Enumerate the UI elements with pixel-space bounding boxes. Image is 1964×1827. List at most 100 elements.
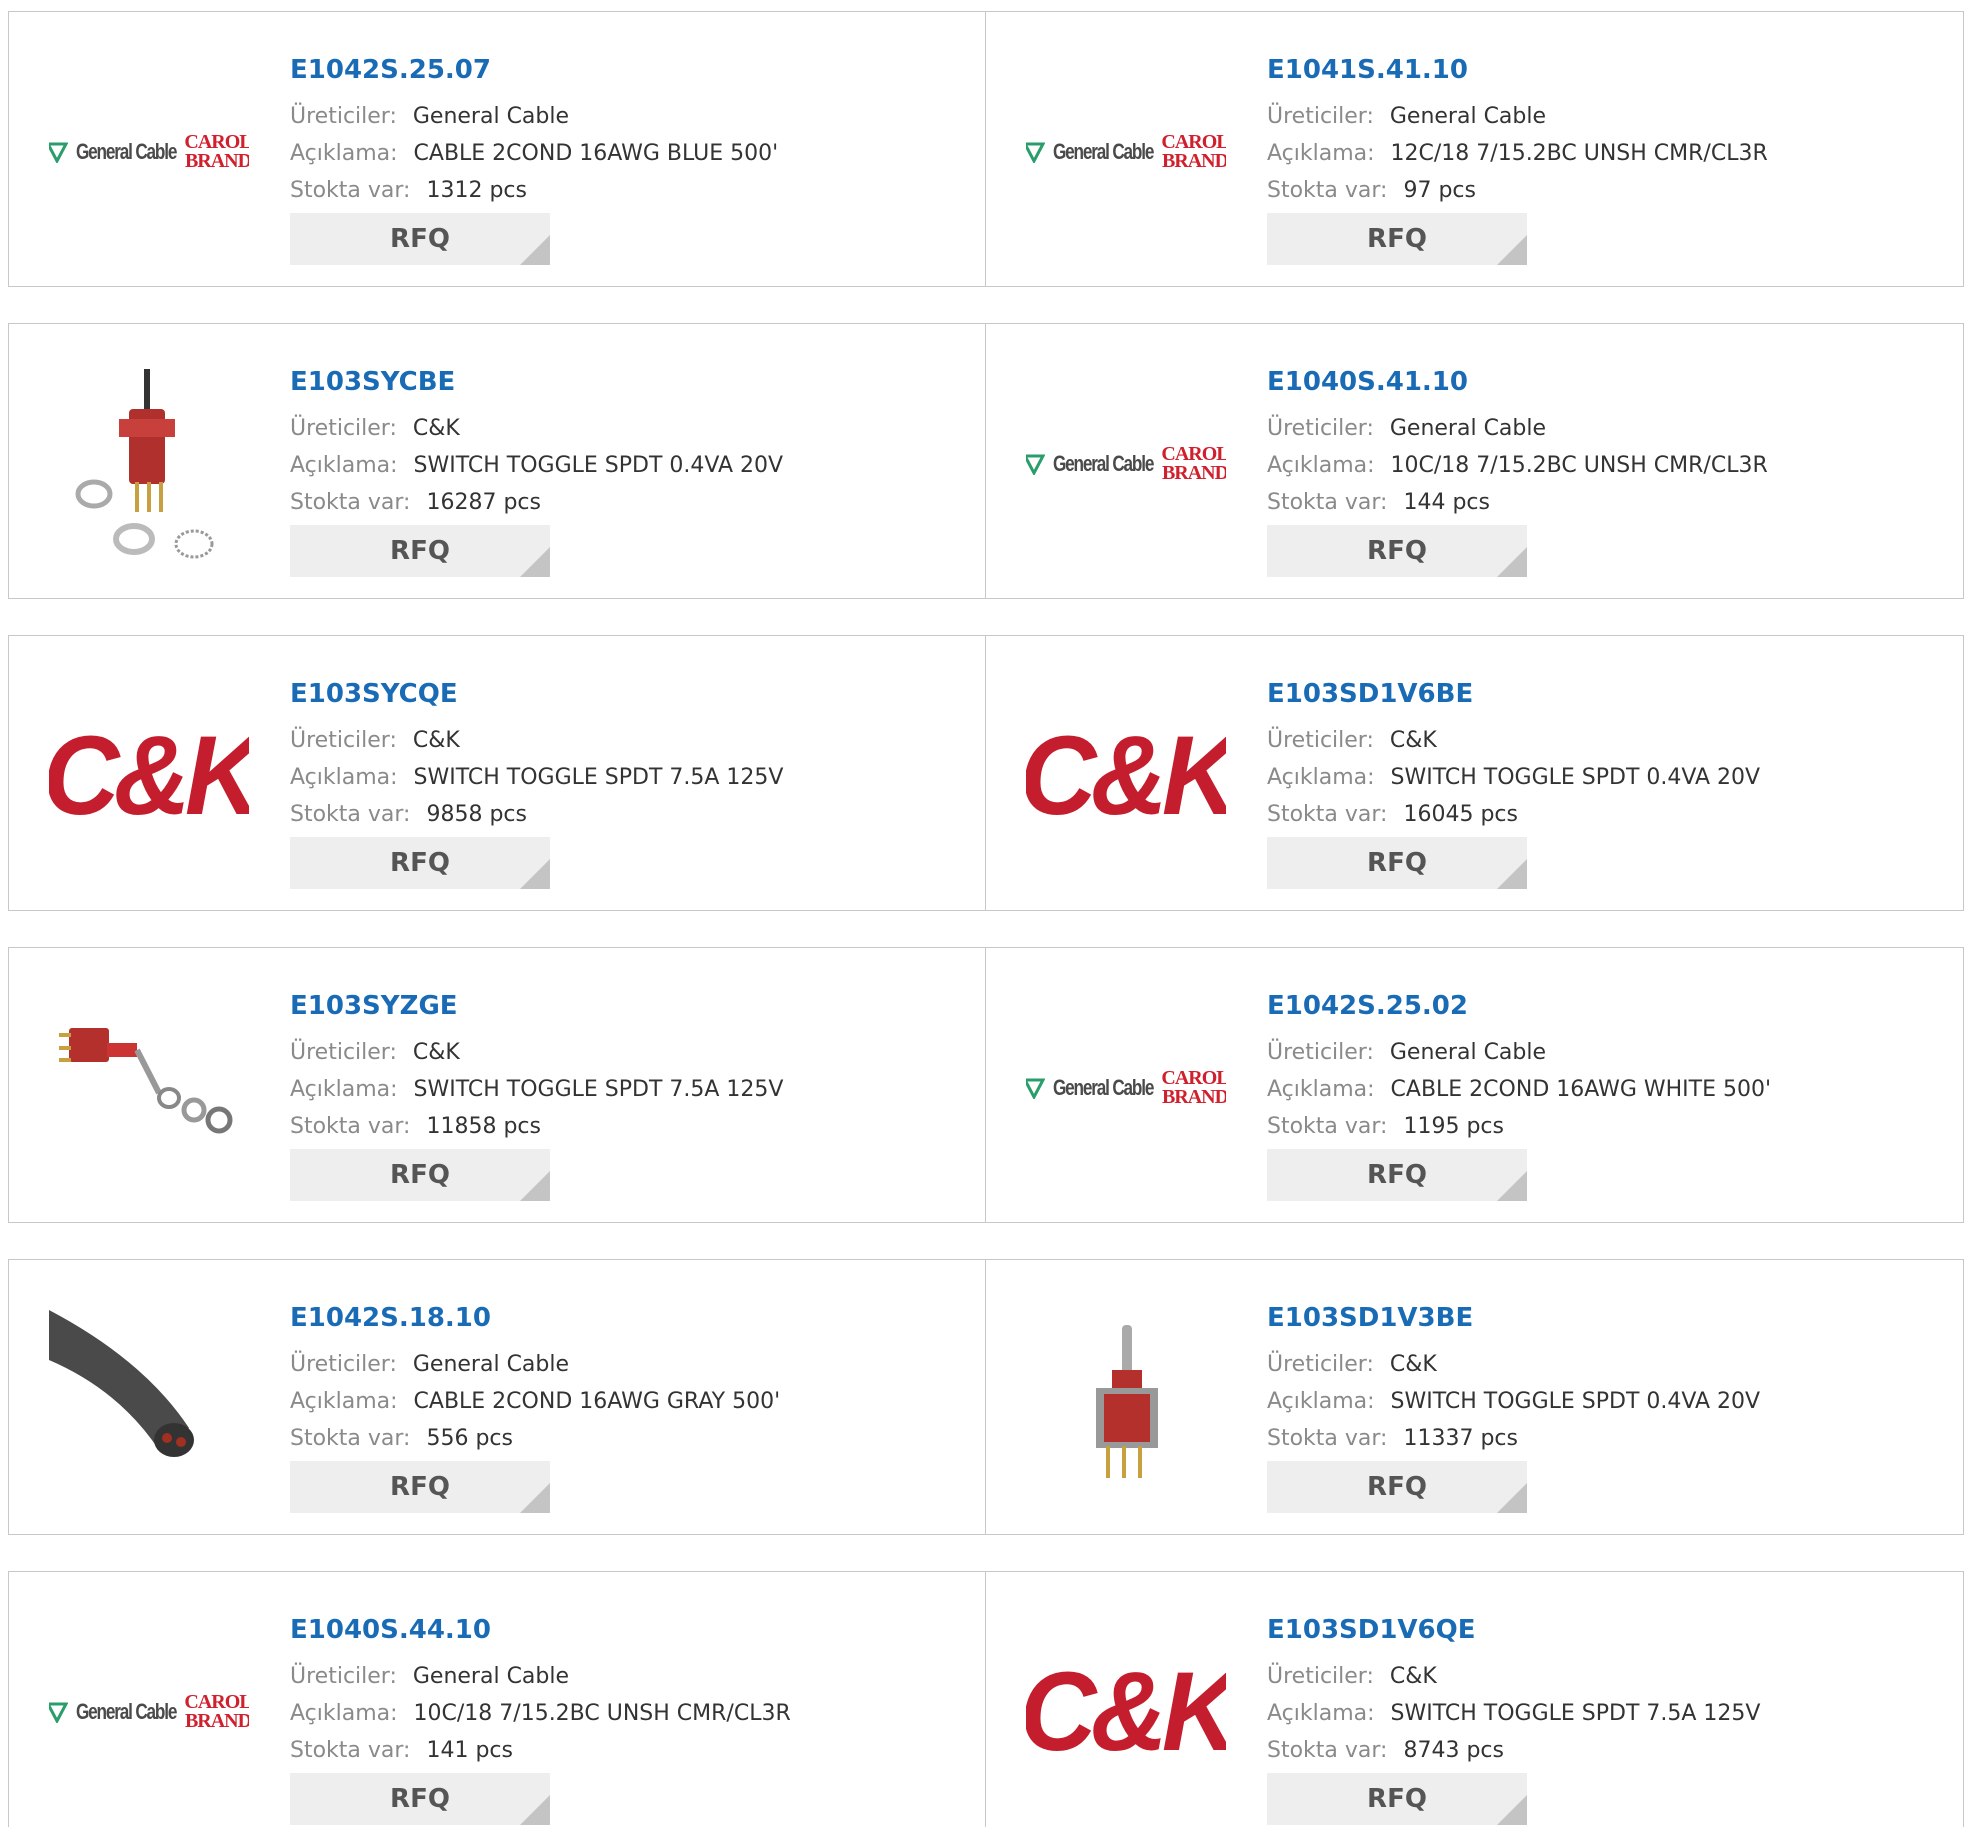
stock-value: 97 pcs — [1403, 178, 1476, 203]
product-card: C&K E103SD1V6BE Üreticiler: C&K Açıklama:… — [986, 635, 1964, 911]
product-image[interactable]: General Cable CAROL BRAND — [1026, 52, 1226, 252]
part-number-link[interactable]: E103SD1V6BE — [1267, 666, 1760, 722]
product-info: E103SYCBE Üreticiler: C&K Açıklama: SWITCH… — [290, 354, 783, 521]
ck-logo: C&K — [49, 713, 249, 838]
carol-brand-wordmark: CAROL BRAND — [1161, 443, 1226, 484]
description-value: 10C/18 7/15.2BC UNSH CMR/CL3R — [1390, 453, 1768, 478]
rfq-button[interactable]: RFQ — [1267, 1461, 1527, 1513]
stock-value: 11337 pcs — [1403, 1426, 1518, 1451]
rfq-button[interactable]: RFQ — [1267, 1773, 1527, 1825]
rfq-button[interactable]: RFQ — [290, 837, 550, 889]
description-value: SWITCH TOGGLE SPDT 0.4VA 20V — [413, 453, 784, 478]
manufacturer-line: Üreticiler: C&K — [1267, 722, 1760, 759]
stock-label: Stokta var: — [290, 490, 411, 515]
rfq-button[interactable]: RFQ — [1267, 525, 1527, 577]
stock-value: 1195 pcs — [1403, 1114, 1504, 1139]
description-value: SWITCH TOGGLE SPDT 0.4VA 20V — [1390, 765, 1761, 790]
product-info: E103SD1V3BE Üreticiler: C&K Açıklama: SWIT… — [1267, 1290, 1760, 1457]
rfq-button-label: RFQ — [1367, 1472, 1427, 1502]
shield-icon — [49, 1702, 69, 1723]
product-info: E1042S.25.07 Üreticiler: General Cable Aç… — [290, 42, 778, 209]
part-number-link[interactable]: E103SYCBE — [290, 354, 783, 410]
part-number-link[interactable]: E103SD1V6QE — [1267, 1602, 1760, 1658]
stock-line: Stokta var: 11858 pcs — [290, 1108, 783, 1145]
part-number-link[interactable]: E1042S.25.02 — [1267, 978, 1771, 1034]
part-number-link[interactable]: E1040S.44.10 — [290, 1602, 791, 1658]
rfq-button-label: RFQ — [390, 536, 450, 566]
product-row: E1042S.18.10 Üreticiler: General Cable Aç… — [8, 1259, 1964, 1535]
rfq-button[interactable]: RFQ — [1267, 213, 1527, 265]
product-image[interactable]: General Cable CAROL BRAND — [1026, 988, 1226, 1188]
manufacturer-value: General Cable — [412, 1664, 570, 1689]
description-label: Açıklama: — [290, 141, 398, 166]
rfq-button[interactable]: RFQ — [290, 213, 550, 265]
description-value: SWITCH TOGGLE SPDT 0.4VA 20V — [1390, 1389, 1761, 1414]
product-image[interactable]: C&K — [1026, 1612, 1226, 1812]
product-row: C&K E103SYCQE Üreticiler: C&K Açıklama: SW… — [8, 635, 1964, 911]
rfq-button[interactable]: RFQ — [290, 1149, 550, 1201]
product-card: General Cable CAROL BRAND E1042S.25.07 Üre… — [8, 11, 986, 287]
product-image[interactable] — [1026, 1300, 1226, 1500]
product-row: E103SYCBE Üreticiler: C&K Açıklama: SWITCH… — [8, 323, 1964, 599]
part-number-link[interactable]: E1042S.25.07 — [290, 42, 778, 98]
product-image[interactable] — [49, 1300, 249, 1500]
product-card: E1042S.18.10 Üreticiler: General Cable Aç… — [8, 1259, 986, 1535]
manufacturer-label: Üreticiler: — [290, 1352, 397, 1377]
toggle-switch-photo — [75, 369, 214, 559]
manufacturer-label: Üreticiler: — [1267, 1352, 1374, 1377]
part-number-link[interactable]: E103SYZGE — [290, 978, 783, 1034]
manufacturer-label: Üreticiler: — [290, 416, 397, 441]
corner-triangle-icon — [1497, 1171, 1527, 1201]
description-line: Açıklama: SWITCH TOGGLE SPDT 0.4VA 20V — [1267, 1383, 1760, 1420]
carol-brand-wordmark: CAROL BRAND — [1161, 131, 1226, 172]
part-number-link[interactable]: E1042S.18.10 — [290, 1290, 780, 1346]
product-image[interactable]: C&K — [1026, 676, 1226, 876]
rfq-button[interactable]: RFQ — [290, 525, 550, 577]
description-value: 10C/18 7/15.2BC UNSH CMR/CL3R — [413, 1701, 791, 1726]
rfq-button[interactable]: RFQ — [290, 1773, 550, 1825]
rfq-button[interactable]: RFQ — [1267, 1149, 1527, 1201]
rfq-button-label: RFQ — [390, 224, 450, 254]
product-image[interactable] — [49, 364, 249, 564]
ck-logo: C&K — [1026, 1649, 1226, 1774]
manufacturer-label: Üreticiler: — [290, 728, 397, 753]
carol-brand-wordmark: CAROL BRAND — [184, 1691, 249, 1732]
product-image[interactable]: General Cable CAROL BRAND — [1026, 364, 1226, 564]
stock-line: Stokta var: 11337 pcs — [1267, 1420, 1760, 1457]
manufacturer-label: Üreticiler: — [1267, 416, 1374, 441]
part-number-link[interactable]: E1041S.41.10 — [1267, 42, 1768, 98]
stock-value: 9858 pcs — [426, 802, 527, 827]
manufacturer-line: Üreticiler: C&K — [290, 722, 783, 759]
description-label: Açıklama: — [1267, 141, 1375, 166]
rfq-button[interactable]: RFQ — [1267, 837, 1527, 889]
manufacturer-value: C&K — [1389, 1352, 1437, 1377]
general-cable-logo: General Cable CAROL BRAND — [49, 132, 249, 171]
manufacturer-line: Üreticiler: C&K — [1267, 1346, 1760, 1383]
part-number-link[interactable]: E1040S.41.10 — [1267, 354, 1768, 410]
stock-line: Stokta var: 16287 pcs — [290, 484, 783, 521]
part-number-link[interactable]: E103SYCQE — [290, 666, 783, 722]
rfq-button[interactable]: RFQ — [290, 1461, 550, 1513]
stock-label: Stokta var: — [290, 802, 411, 827]
manufacturer-label: Üreticiler: — [290, 1664, 397, 1689]
stock-label: Stokta var: — [1267, 490, 1388, 515]
part-number-link[interactable]: E103SD1V3BE — [1267, 1290, 1760, 1346]
description-line: Açıklama: 10C/18 7/15.2BC UNSH CMR/CL3R — [1267, 447, 1768, 484]
product-image[interactable]: General Cable CAROL BRAND — [49, 1612, 249, 1812]
product-image[interactable]: General Cable CAROL BRAND — [49, 52, 249, 252]
manufacturer-value: C&K — [412, 728, 460, 753]
manufacturer-value: General Cable — [1389, 104, 1547, 129]
description-label: Açıklama: — [1267, 1077, 1375, 1102]
stock-value: 16045 pcs — [1403, 802, 1518, 827]
stock-line: Stokta var: 556 pcs — [290, 1420, 780, 1457]
description-line: Açıklama: 10C/18 7/15.2BC UNSH CMR/CL3R — [290, 1695, 791, 1732]
description-label: Açıklama: — [290, 453, 398, 478]
product-card: General Cable CAROL BRAND E1040S.41.10 Üre… — [986, 323, 1964, 599]
manufacturer-line: Üreticiler: General Cable — [290, 1346, 780, 1383]
manufacturer-label: Üreticiler: — [1267, 1664, 1374, 1689]
stock-label: Stokta var: — [290, 1114, 411, 1139]
product-image[interactable] — [49, 988, 249, 1188]
product-image[interactable]: C&K — [49, 676, 249, 876]
stock-value: 16287 pcs — [426, 490, 541, 515]
stock-line: Stokta var: 1195 pcs — [1267, 1108, 1771, 1145]
